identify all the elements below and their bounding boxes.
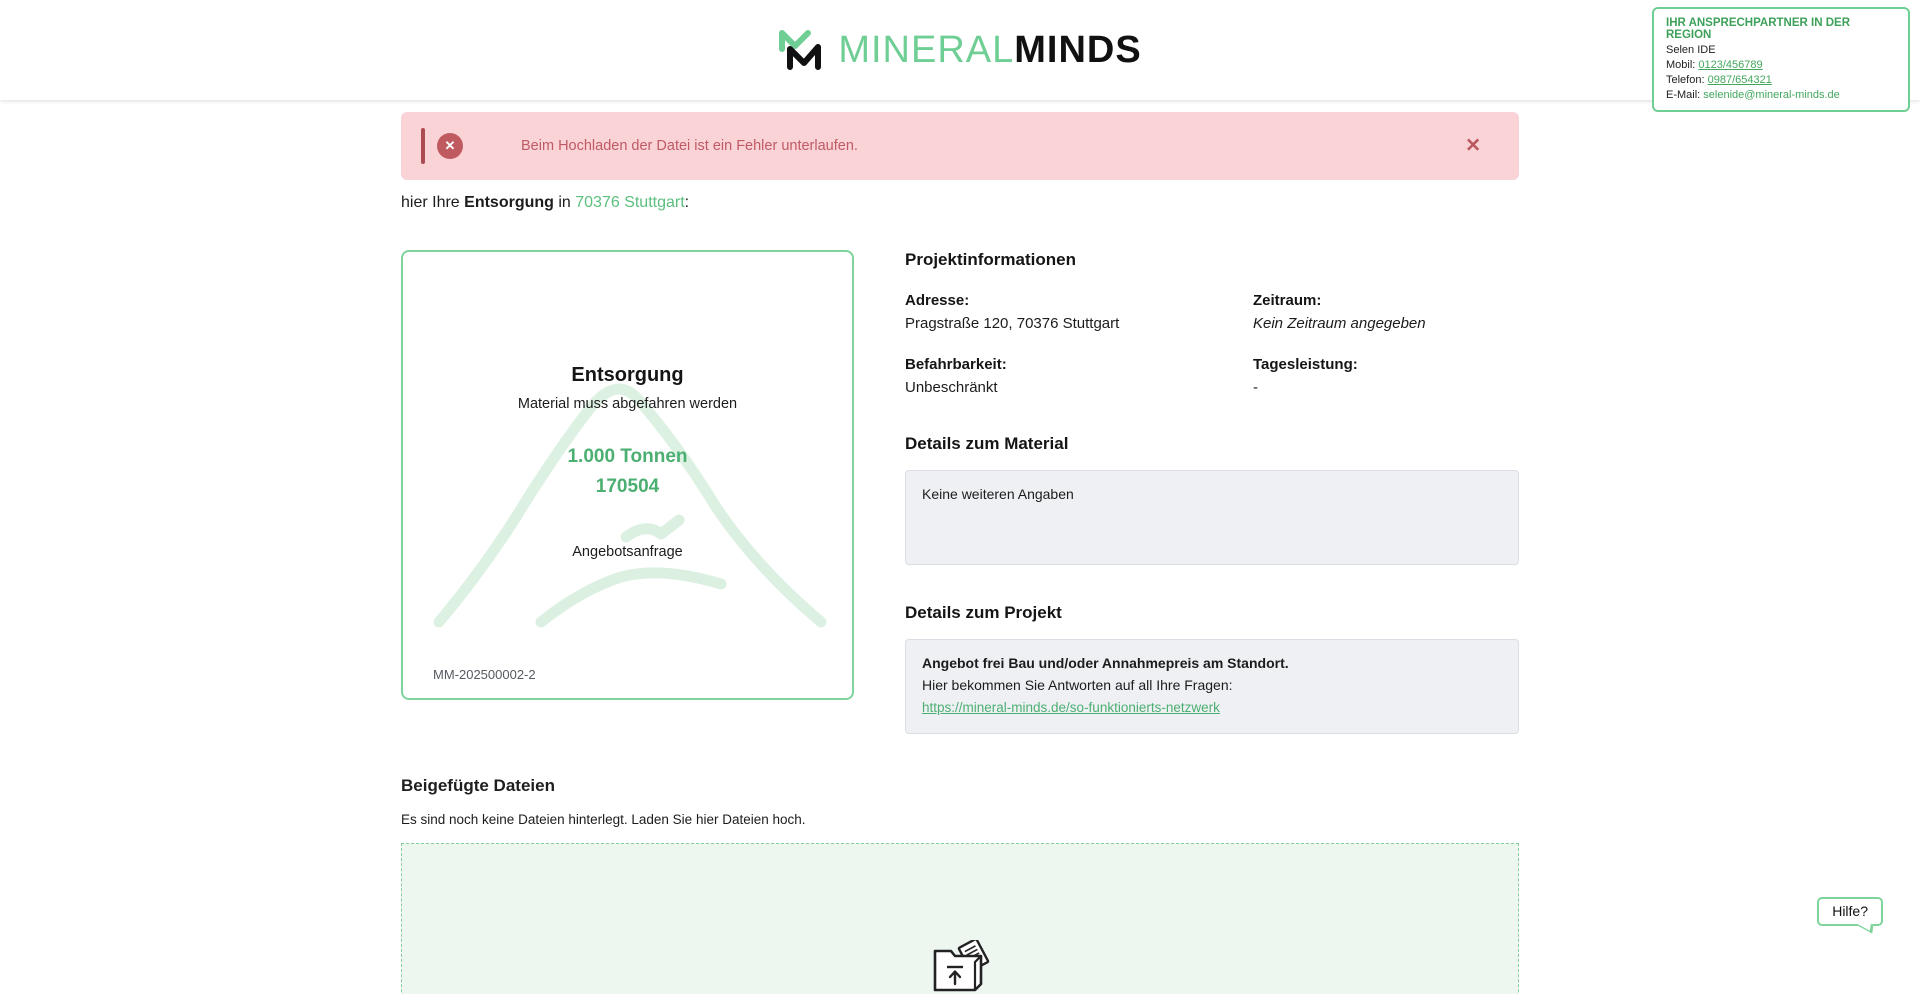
brand-name: MINERALMINDS	[838, 29, 1141, 72]
card-title: Entsorgung	[403, 364, 852, 387]
intro-location: 70376 Stuttgart	[575, 194, 684, 211]
help-button[interactable]: Hilfe?	[1817, 897, 1883, 926]
contact-mobile-link[interactable]: 0123/456789	[1698, 59, 1762, 71]
info-label: Tagesleistung:	[1253, 356, 1519, 373]
contact-phone-link[interactable]: 0987/654321	[1708, 74, 1772, 86]
card-subtitle: Material muss abgefahren werden	[403, 396, 852, 412]
attachments-section: Beigefügte Dateien Es sind noch keine Da…	[401, 776, 1519, 994]
request-summary-card[interactable]: Entsorgung Material muss abgefahren werd…	[401, 250, 854, 700]
info-value: Kein Zeitraum angegeben	[1253, 315, 1519, 332]
intro-middle: in	[554, 194, 575, 211]
card-request-type: Angebotsanfrage	[403, 544, 852, 560]
project-info-column: Projektinformationen Adresse: Pragstraße…	[905, 250, 1519, 734]
contact-phone-label: Telefon:	[1666, 74, 1708, 86]
alert-accent-bar	[421, 128, 425, 164]
project-details-highlight: Angebot frei Bau und/oder Annahmepreis a…	[922, 655, 1502, 671]
contact-phone-line: Telefon: 0987/654321	[1666, 74, 1896, 86]
material-details-content: Keine weiteren Angaben	[922, 486, 1502, 502]
project-details-box: Angebot frei Bau und/oder Annahmepreis a…	[905, 639, 1519, 734]
brand-name-secondary: MINDS	[1014, 29, 1141, 71]
contact-email-line: E-Mail: selenide@mineral-minds.de	[1666, 89, 1896, 101]
info-field-timeframe: Zeitraum: Kein Zeitraum angegeben	[1253, 292, 1519, 332]
card-reference-number: MM-202500002-2	[433, 667, 536, 682]
brand-name-primary: MINERAL	[838, 29, 1014, 71]
intro-type: Entsorgung	[464, 194, 554, 211]
info-field-accessibility: Befahrbarkeit: Unbeschränkt	[905, 356, 1253, 396]
contact-title: IHR ANSPRECHPARTNER IN DER REGION	[1666, 17, 1896, 41]
attachments-title: Beigefügte Dateien	[401, 776, 1519, 796]
contact-card: IHR ANSPRECHPARTNER IN DER REGION Selen …	[1652, 7, 1910, 112]
contact-mobile-label: Mobil:	[1666, 59, 1698, 71]
card-content: Entsorgung Material muss abgefahren werd…	[403, 252, 852, 560]
error-icon: ✕	[437, 133, 463, 159]
intro-line: hier Ihre Entsorgung in 70376 Stuttgart:	[401, 194, 1519, 212]
alert-message: Beim Hochladen der Datei ist ein Fehler …	[521, 138, 858, 154]
project-info-grid: Adresse: Pragstraße 120, 70376 Stuttgart…	[905, 292, 1519, 396]
project-details-link[interactable]: https://mineral-minds.de/so-funktioniert…	[922, 700, 1220, 715]
project-details-section: Details zum Projekt Angebot frei Bau und…	[905, 603, 1519, 734]
card-waste-code: 170504	[403, 476, 852, 498]
material-details-section: Details zum Material Keine weiteren Anga…	[905, 434, 1519, 565]
contact-email-link[interactable]: selenide@mineral-minds.de	[1703, 89, 1840, 101]
error-alert: ✕ Beim Hochladen der Datei ist ein Fehle…	[401, 112, 1519, 180]
info-label: Adresse:	[905, 292, 1253, 309]
contact-mobile-line: Mobil: 0123/456789	[1666, 59, 1896, 71]
info-value: -	[1253, 379, 1519, 396]
info-field-address: Adresse: Pragstraße 120, 70376 Stuttgart	[905, 292, 1253, 332]
info-value: Unbeschränkt	[905, 379, 1253, 396]
info-field-daily-output: Tagesleistung: -	[1253, 356, 1519, 396]
project-details-title: Details zum Projekt	[905, 603, 1519, 623]
contact-email-label: E-Mail:	[1666, 89, 1703, 101]
card-quantity: 1.000 Tonnen	[403, 446, 852, 468]
info-label: Befahrbarkeit:	[905, 356, 1253, 373]
contact-name: Selen IDE	[1666, 44, 1896, 56]
info-label: Zeitraum:	[1253, 292, 1519, 309]
project-info-title: Projektinformationen	[905, 250, 1519, 270]
brand-logo[interactable]: MINERALMINDS	[778, 29, 1141, 72]
info-value: Pragstraße 120, 70376 Stuttgart	[905, 315, 1253, 332]
mineralminds-logo-icon	[778, 29, 824, 71]
intro-suffix: :	[685, 194, 689, 211]
attachments-empty-text: Es sind noch keine Dateien hinterlegt. L…	[401, 812, 1519, 827]
upload-folder-icon	[929, 940, 991, 994]
app-header: MINERALMINDS IHR ANSPRECHPARTNER IN DER …	[0, 0, 1920, 100]
alert-close-icon[interactable]: ✕	[1465, 137, 1481, 156]
intro-prefix: hier Ihre	[401, 194, 464, 211]
main-content: ✕ Beim Hochladen der Datei ist ein Fehle…	[401, 112, 1519, 994]
material-details-box: Keine weiteren Angaben	[905, 470, 1519, 565]
file-dropzone[interactable]: Dateien hier ablegen	[401, 843, 1519, 994]
project-details-text: Hier bekommen Sie Antworten auf all Ihre…	[922, 677, 1502, 693]
material-details-title: Details zum Material	[905, 434, 1519, 454]
